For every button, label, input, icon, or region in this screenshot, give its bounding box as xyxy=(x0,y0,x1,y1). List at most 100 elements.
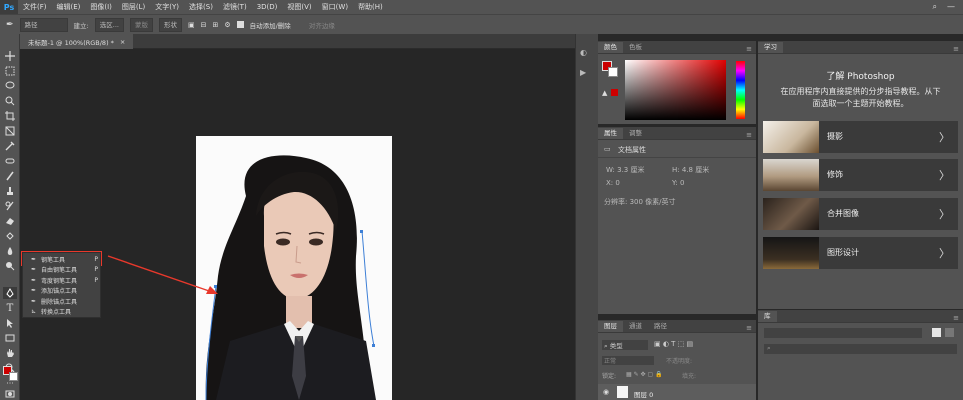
pen-tool-icon[interactable] xyxy=(3,287,17,299)
panel-menu-icon[interactable]: ≡ xyxy=(746,324,756,332)
resolution-text: 分辨率: 300 像素/英寸 xyxy=(604,198,676,206)
flyout-curvature-pen-tool[interactable]: ✒ 弯度钢笔工具 P xyxy=(23,276,102,285)
close-icon[interactable]: × xyxy=(120,38,125,46)
options-bar: ✒ 路径 建立: 选区... 蒙版 形状 ▣ ⊟ ⊞ ⚙ 自动添加/删除 对齐边… xyxy=(0,14,963,34)
layer-row[interactable]: ◉ 图层 0 xyxy=(598,384,756,400)
search-icon[interactable]: ⌕ xyxy=(933,2,937,12)
history-brush-tool-icon[interactable] xyxy=(3,200,17,212)
marquee-tool-icon[interactable] xyxy=(3,65,17,77)
document-tab[interactable]: 未标题-1 @ 100%(RGB/8) * × xyxy=(20,34,134,49)
color-field[interactable] xyxy=(625,60,726,120)
menu-window[interactable]: 窗口(W) xyxy=(317,2,353,12)
gear-icon[interactable]: ⚙ xyxy=(224,21,230,29)
dodge-tool-icon[interactable] xyxy=(3,260,17,272)
lock-icons[interactable]: ▦ ✎ ✥ ▢ 🔒 xyxy=(626,371,663,378)
brush-tool-icon[interactable] xyxy=(3,170,17,182)
grid-view-icon[interactable] xyxy=(932,328,941,337)
auto-add-checkbox[interactable] xyxy=(236,21,244,28)
stamp-tool-icon[interactable] xyxy=(3,185,17,197)
panel-menu-icon[interactable]: ≡ xyxy=(953,45,963,53)
lasso-tool-icon[interactable] xyxy=(3,80,17,92)
minimize-icon[interactable]: — xyxy=(947,2,955,12)
menu-file[interactable]: 文件(F) xyxy=(18,2,52,12)
tab-swatches[interactable]: 色板 xyxy=(623,42,648,53)
healing-brush-tool-icon[interactable] xyxy=(3,155,17,167)
panel-menu-icon[interactable]: ≡ xyxy=(746,45,756,53)
background-color-swatch[interactable] xyxy=(9,372,18,381)
flyout-convert-point-tool[interactable]: ⊾ 转换点工具 xyxy=(23,308,102,316)
flyout-pen-tool[interactable]: ✒ 钢笔工具 P xyxy=(23,255,102,264)
panel-menu-icon[interactable]: ≡ xyxy=(746,131,756,139)
learn-card-graphic-design[interactable]: 图形设计 〉 xyxy=(763,237,958,269)
tab-color[interactable]: 颜色 xyxy=(598,42,623,53)
filter-icons[interactable]: ▣ ◐ T ⬚ ▤ xyxy=(654,340,693,348)
pen-tool-icon[interactable]: ✒ xyxy=(6,20,14,30)
quick-select-tool-icon[interactable] xyxy=(3,95,17,107)
learn-card-retouch[interactable]: 修饰 〉 xyxy=(763,159,958,191)
opacity-label: 不透明度: xyxy=(666,358,693,365)
eyedropper-tool-icon[interactable] xyxy=(3,140,17,152)
path-selection-tool-icon[interactable] xyxy=(3,317,17,329)
menu-type[interactable]: 文字(Y) xyxy=(150,2,184,12)
height-value[interactable]: 4.8 厘米 xyxy=(682,166,709,174)
actions-panel-icon[interactable]: ▶ xyxy=(580,68,586,77)
tab-properties[interactable]: 属性 xyxy=(598,128,623,139)
hand-tool-icon[interactable] xyxy=(3,347,17,359)
path-arrangement-icon[interactable]: ⊞ xyxy=(212,21,218,29)
mask-button[interactable]: 蒙版 xyxy=(129,17,153,32)
menu-3d[interactable]: 3D(D) xyxy=(252,3,283,11)
learn-card-photography[interactable]: 摄影 〉 xyxy=(763,121,958,153)
y-value[interactable]: 0 xyxy=(680,179,684,187)
menu-filter[interactable]: 滤镜(T) xyxy=(218,2,252,12)
rectangle-tool-icon[interactable] xyxy=(3,332,17,344)
tab-library[interactable]: 库 xyxy=(758,311,777,322)
panel-menu-icon[interactable]: ≡ xyxy=(953,314,963,322)
history-panel-icon[interactable]: ◐ xyxy=(580,48,587,57)
blur-tool-icon[interactable] xyxy=(3,245,17,257)
learn-card-composite[interactable]: 合并图像 〉 xyxy=(763,198,958,230)
gamut-swatch[interactable] xyxy=(611,89,618,96)
flyout-delete-anchor-tool[interactable]: ✒ 删除锚点工具 xyxy=(23,297,102,306)
convert-point-icon: ⊾ xyxy=(31,308,37,316)
tab-learn[interactable]: 学习 xyxy=(758,42,783,53)
library-select[interactable] xyxy=(764,328,922,338)
mode-select[interactable]: 路径 xyxy=(19,17,68,32)
list-view-icon[interactable] xyxy=(945,328,954,337)
color-background-swatch[interactable] xyxy=(608,67,618,77)
x-value[interactable]: 0 xyxy=(615,179,619,187)
tab-layers[interactable]: 图层 xyxy=(598,321,623,332)
tab-adjustments[interactable]: 调整 xyxy=(623,128,648,139)
freeform-pen-icon: ✒ xyxy=(31,266,37,274)
hue-slider[interactable] xyxy=(736,61,745,119)
flyout-add-anchor-tool[interactable]: ✒ 添加锚点工具 xyxy=(23,287,102,295)
paint-bucket-tool-icon[interactable] xyxy=(3,230,17,242)
type-tool-icon[interactable]: T xyxy=(3,302,17,314)
menu-select[interactable]: 选择(S) xyxy=(184,2,218,12)
layer-name[interactable]: 图层 0 xyxy=(634,389,653,399)
lock-label: 锁定: xyxy=(602,373,617,380)
quick-mask-icon[interactable] xyxy=(3,388,17,400)
blend-mode-select[interactable]: 正常 xyxy=(602,356,654,365)
menu-edit[interactable]: 编辑(E) xyxy=(52,2,86,12)
shape-button[interactable]: 形状 xyxy=(158,17,182,32)
width-value[interactable]: 3.3 厘米 xyxy=(617,166,644,174)
path-alignment-icon[interactable]: ⊟ xyxy=(201,21,207,29)
layer-filter-select[interactable]: ⌕ 类型 xyxy=(602,340,648,350)
crop-tool-icon[interactable] xyxy=(3,110,17,122)
flyout-freeform-pen-tool[interactable]: ✒ 自由钢笔工具 P xyxy=(23,266,102,274)
menu-view[interactable]: 视图(V) xyxy=(282,2,316,12)
menu-image[interactable]: 图像(I) xyxy=(85,2,117,12)
tab-channels[interactable]: 通道 xyxy=(623,321,648,332)
move-tool-icon[interactable] xyxy=(3,50,17,62)
selection-button[interactable]: 选区... xyxy=(94,17,124,32)
eye-icon[interactable]: ◉ xyxy=(603,388,609,396)
frame-tool-icon[interactable] xyxy=(3,125,17,137)
eraser-tool-icon[interactable] xyxy=(3,215,17,227)
library-search-input[interactable]: ⌕ xyxy=(764,344,957,354)
menu-layer[interactable]: 图层(L) xyxy=(117,2,150,12)
learn-thumb-composite xyxy=(763,198,819,230)
menu-help[interactable]: 帮助(H) xyxy=(353,2,388,12)
add-anchor-icon: ✒ xyxy=(31,287,37,295)
path-operations-icon[interactable]: ▣ xyxy=(188,21,195,29)
tab-paths[interactable]: 路径 xyxy=(648,321,673,332)
